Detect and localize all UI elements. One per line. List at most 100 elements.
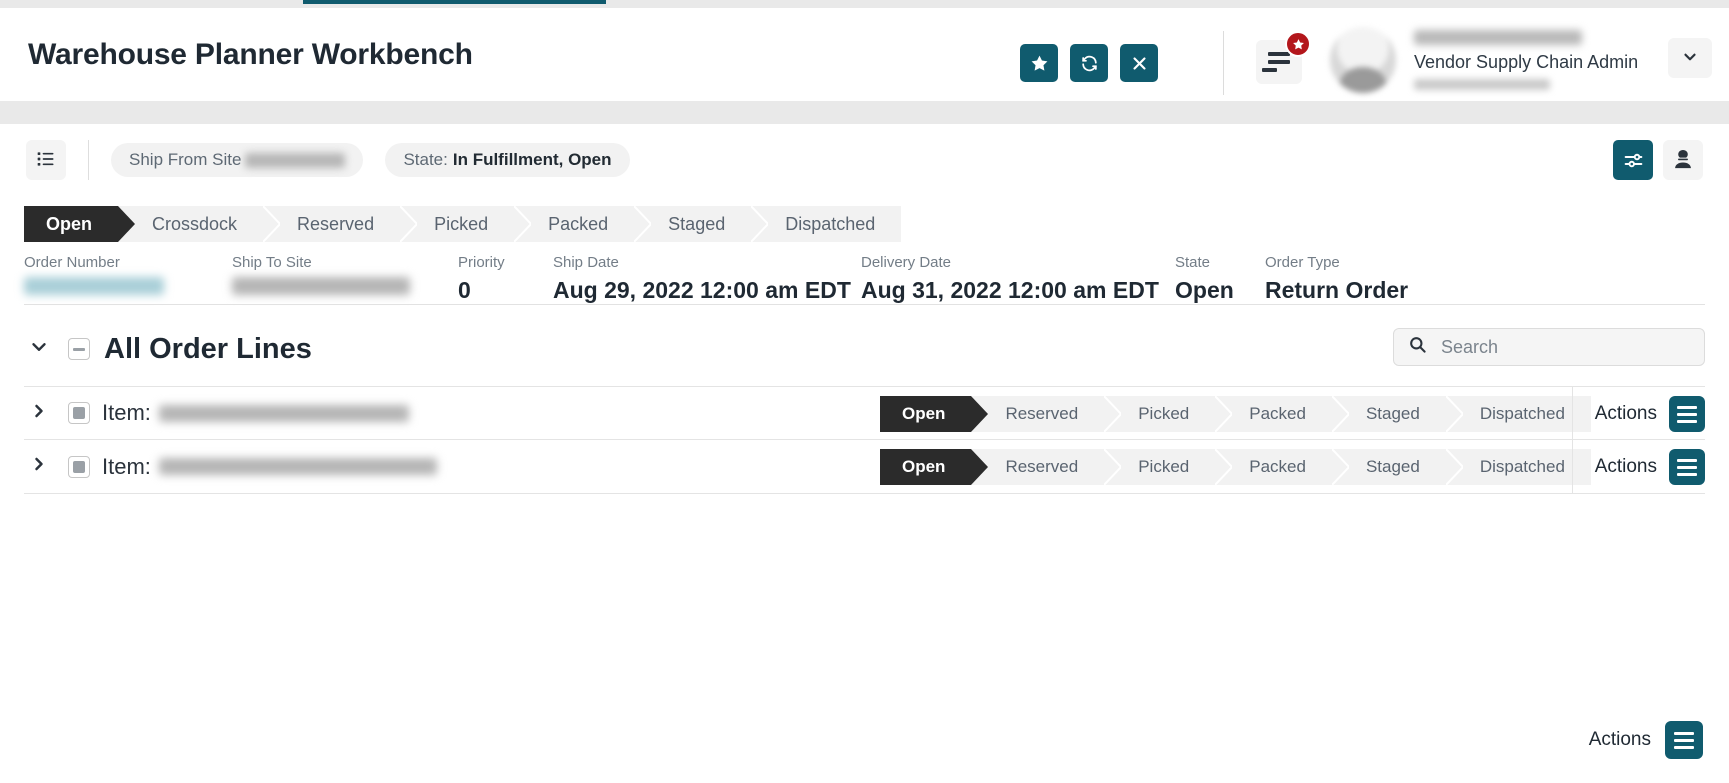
notifications-menu-wrapper bbox=[1256, 31, 1311, 84]
user-text: Vendor Supply Chain Admin bbox=[1414, 29, 1639, 91]
row-step-reserved[interactable]: Reserved bbox=[971, 449, 1122, 485]
user-subtitle-redacted bbox=[1414, 79, 1550, 91]
field-value: 0 bbox=[458, 277, 471, 303]
step-label: Picked bbox=[1138, 457, 1190, 476]
step-label: Staged bbox=[668, 213, 726, 234]
step-label: Dispatched bbox=[1479, 457, 1565, 476]
field-label: State bbox=[1175, 254, 1211, 271]
row-item-value-redacted bbox=[158, 404, 409, 422]
step-crossdock[interactable]: Crossdock bbox=[118, 206, 281, 242]
search-input[interactable] bbox=[1439, 335, 1679, 359]
row-actions-menu-button[interactable] bbox=[1669, 396, 1705, 432]
star-icon bbox=[1030, 54, 1049, 73]
expand-row-button[interactable] bbox=[24, 454, 54, 479]
footer-actions-menu-button[interactable] bbox=[1665, 721, 1703, 759]
step-reserved[interactable]: Reserved bbox=[263, 206, 418, 242]
step-label: Dispatched bbox=[1479, 404, 1565, 423]
order-lines-header: All Order Lines bbox=[24, 320, 1705, 378]
user-profile[interactable]: Vendor Supply Chain Admin bbox=[1330, 20, 1638, 100]
field-value-redacted[interactable] bbox=[24, 277, 164, 295]
chevron-right-icon bbox=[29, 454, 49, 479]
expand-row-button[interactable] bbox=[24, 401, 54, 426]
step-wedge bbox=[1104, 396, 1122, 432]
filter-chip-state[interactable]: State: In Fulfillment, Open bbox=[385, 143, 630, 177]
row-checkbox[interactable] bbox=[68, 402, 90, 424]
hamburger-line bbox=[1268, 52, 1290, 56]
step-wedge bbox=[1215, 449, 1233, 485]
field-order-number: Order Number bbox=[24, 254, 164, 295]
step-wedge bbox=[634, 206, 652, 242]
search-box[interactable] bbox=[1393, 328, 1705, 366]
search-icon bbox=[1408, 335, 1427, 359]
step-label: Open bbox=[902, 404, 946, 423]
filter-chip-ship-from-site[interactable]: Ship From Site bbox=[111, 143, 364, 177]
row-step-reserved[interactable]: Reserved bbox=[971, 396, 1122, 432]
hamburger-line bbox=[1268, 60, 1290, 64]
step-wedge bbox=[971, 396, 989, 432]
field-label: Order Type bbox=[1265, 254, 1340, 271]
table-row[interactable]: Item: Open Reserved Picked Packed Staged bbox=[24, 440, 1705, 494]
step-label: Packed bbox=[1249, 457, 1306, 476]
row-step-staged[interactable]: Staged bbox=[1331, 449, 1463, 485]
step-open[interactable]: Open bbox=[24, 206, 136, 242]
field-value: Aug 29, 2022 12:00 am EDT bbox=[553, 277, 851, 303]
step-wedge bbox=[1331, 396, 1349, 432]
step-label: Reserved bbox=[1005, 457, 1079, 476]
refresh-button[interactable] bbox=[1070, 44, 1108, 82]
row-step-open[interactable]: Open bbox=[880, 449, 989, 485]
field-label: Ship To Site bbox=[232, 254, 312, 271]
step-label: Packed bbox=[548, 213, 609, 234]
hamburger-line bbox=[1677, 419, 1697, 423]
step-wedge bbox=[118, 206, 136, 242]
row-step-packed[interactable]: Packed bbox=[1215, 396, 1349, 432]
field-state: State Open bbox=[1175, 254, 1234, 304]
row-step-staged[interactable]: Staged bbox=[1331, 396, 1463, 432]
step-wedge bbox=[971, 449, 989, 485]
hamburger-line bbox=[1262, 68, 1277, 72]
hamburger-line bbox=[1677, 465, 1697, 469]
filter-settings-button[interactable] bbox=[1613, 140, 1653, 180]
step-picked[interactable]: Picked bbox=[400, 206, 532, 242]
user-role: Vendor Supply Chain Admin bbox=[1414, 51, 1639, 72]
step-dispatched[interactable]: Dispatched bbox=[751, 206, 902, 242]
user-name-redacted bbox=[1414, 29, 1582, 45]
step-wedge bbox=[1215, 396, 1233, 432]
user-menu-chevron-button[interactable] bbox=[1668, 38, 1712, 78]
field-delivery-date: Delivery Date Aug 31, 2022 12:00 am EDT bbox=[861, 254, 1159, 304]
field-label: Ship Date bbox=[553, 254, 619, 271]
main-content-card: Ship From Site State: In Fulfillment, Op… bbox=[0, 124, 1729, 783]
sliders-icon bbox=[1623, 150, 1644, 171]
collapse-order-lines-button[interactable] bbox=[24, 336, 54, 363]
select-all-checkbox[interactable] bbox=[68, 338, 90, 360]
row-step-dispatched[interactable]: Dispatched bbox=[1445, 396, 1591, 432]
worker-button[interactable] bbox=[1663, 140, 1703, 180]
step-staged[interactable]: Staged bbox=[634, 206, 769, 242]
row-step-dispatched[interactable]: Dispatched bbox=[1445, 449, 1591, 485]
refresh-icon bbox=[1080, 54, 1099, 73]
row-actions-menu-button[interactable] bbox=[1669, 449, 1705, 485]
table-row[interactable]: Item: Open Reserved Picked Packed Staged bbox=[24, 386, 1705, 441]
row-step-packed[interactable]: Packed bbox=[1215, 449, 1349, 485]
row-checkbox[interactable] bbox=[68, 455, 90, 478]
close-button[interactable] bbox=[1120, 44, 1158, 82]
field-order-type: Order Type Return Order bbox=[1265, 254, 1408, 304]
step-label: Reserved bbox=[1005, 404, 1079, 423]
row-step-open[interactable]: Open bbox=[880, 396, 989, 432]
hamburger-line bbox=[1674, 745, 1694, 749]
step-wedge bbox=[751, 206, 769, 242]
list-view-button[interactable] bbox=[26, 140, 66, 180]
step-label: Packed bbox=[1249, 404, 1306, 423]
favorite-button[interactable] bbox=[1020, 44, 1058, 82]
field-label: Priority bbox=[458, 254, 505, 271]
field-label: Delivery Date bbox=[861, 254, 952, 271]
step-label: Crossdock bbox=[152, 213, 238, 234]
hamburger-line bbox=[1677, 405, 1697, 409]
field-value: Return Order bbox=[1265, 277, 1409, 303]
worker-icon bbox=[1672, 148, 1694, 173]
app-header: Warehouse Planner Workbench Vendor Suppl… bbox=[0, 8, 1729, 101]
step-label: Open bbox=[46, 213, 93, 234]
step-packed[interactable]: Packed bbox=[514, 206, 652, 242]
step-wedge bbox=[514, 206, 532, 242]
step-label: Staged bbox=[1365, 457, 1420, 476]
row-actions-label: Actions bbox=[1594, 456, 1657, 477]
